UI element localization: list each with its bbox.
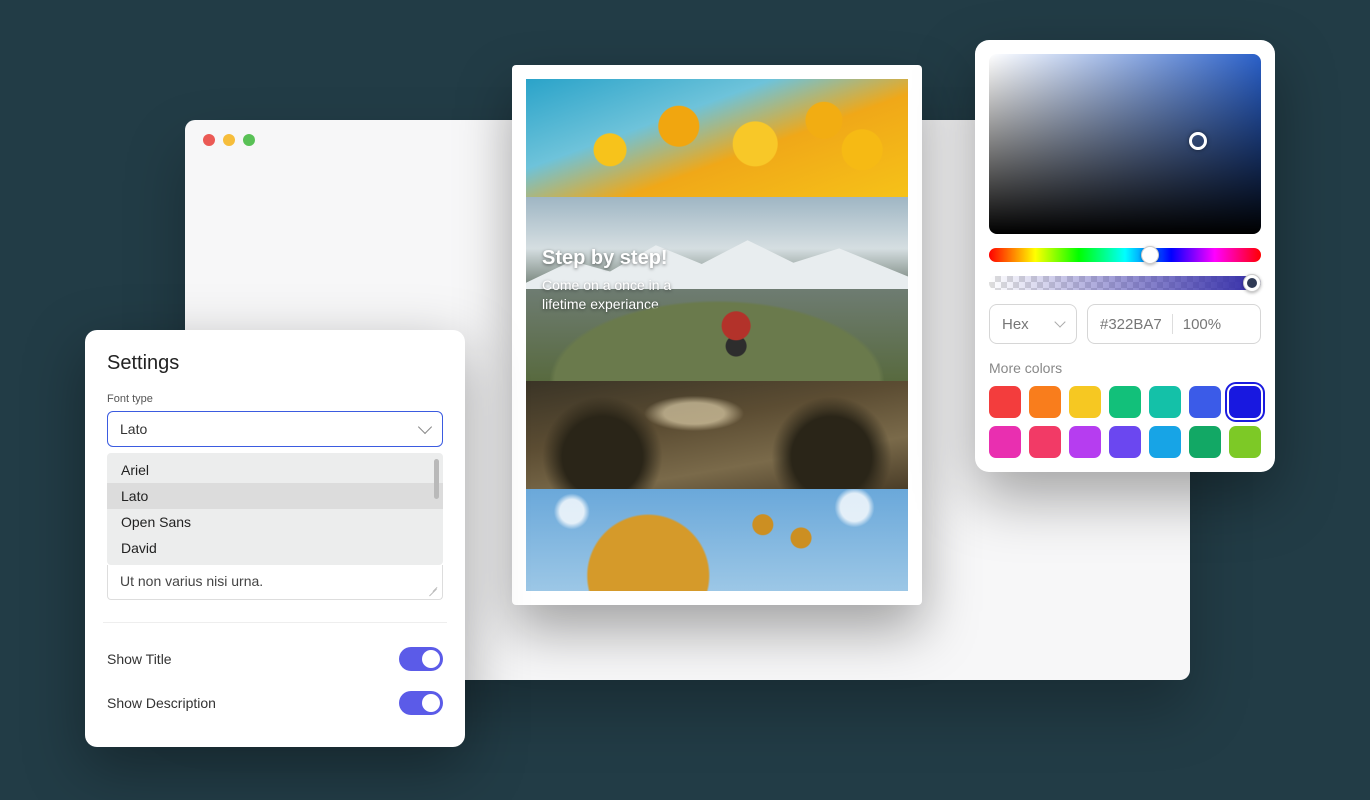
image-list-preview: Step by step! Come on a once in a lifeti… xyxy=(512,65,922,605)
color-swatch-0[interactable] xyxy=(989,386,1021,418)
color-swatch-2[interactable] xyxy=(1069,386,1101,418)
hue-slider[interactable] xyxy=(989,248,1261,262)
color-swatch-1[interactable] xyxy=(1029,386,1061,418)
font-select-value: Lato xyxy=(120,421,147,437)
color-format-select[interactable]: Hex xyxy=(989,304,1077,344)
chevron-down-icon xyxy=(418,420,432,434)
font-type-label: Font type xyxy=(107,393,443,405)
show-title-row: Show Title xyxy=(107,637,443,681)
color-swatch-12[interactable] xyxy=(1189,426,1221,458)
show-description-row: Show Description xyxy=(107,681,443,725)
color-picker: Hex #322BA7 100% More colors xyxy=(975,40,1275,472)
font-option-david[interactable]: David xyxy=(107,535,443,561)
color-swatch-13[interactable] xyxy=(1229,426,1261,458)
color-swatch-10[interactable] xyxy=(1109,426,1141,458)
font-select[interactable]: Lato xyxy=(107,411,443,447)
font-option-lato[interactable]: Lato xyxy=(107,483,443,509)
color-swatch-11[interactable] xyxy=(1149,426,1181,458)
font-dropdown: Ariel Lato Open Sans David xyxy=(107,453,443,565)
textarea-value: Ut non varius nisi urna. xyxy=(120,573,263,589)
preview-tile-hiking[interactable]: Step by step! Come on a once in a lifeti… xyxy=(526,197,908,381)
alpha-thumb[interactable] xyxy=(1243,274,1261,292)
color-hex-value: #322BA7 xyxy=(1100,316,1162,333)
preview-subtext: Come on a once in a lifetime experiance xyxy=(542,276,671,314)
separator xyxy=(1172,314,1173,334)
preview-tile-toast[interactable] xyxy=(526,381,908,489)
minimize-icon[interactable] xyxy=(223,134,235,146)
alpha-slider[interactable] xyxy=(989,276,1261,290)
swatch-grid xyxy=(989,386,1261,458)
settings-panel: Settings Font type Lato Ariel Lato Open … xyxy=(85,330,465,747)
color-swatch-3[interactable] xyxy=(1109,386,1141,418)
color-format-value: Hex xyxy=(1002,316,1029,333)
color-swatch-7[interactable] xyxy=(989,426,1021,458)
color-cursor-icon[interactable] xyxy=(1189,132,1207,150)
color-swatch-5[interactable] xyxy=(1189,386,1221,418)
maximize-icon[interactable] xyxy=(243,134,255,146)
color-gradient-area[interactable] xyxy=(989,54,1261,234)
color-swatch-8[interactable] xyxy=(1029,426,1061,458)
preview-tile-flowers[interactable] xyxy=(526,79,908,197)
preview-overlay: Step by step! Come on a once in a lifeti… xyxy=(542,247,671,314)
chevron-down-icon xyxy=(1054,316,1065,327)
resize-handle-icon[interactable] xyxy=(428,585,438,595)
close-icon[interactable] xyxy=(203,134,215,146)
divider xyxy=(103,622,447,623)
color-swatch-6[interactable] xyxy=(1229,386,1261,418)
color-opacity-value: 100% xyxy=(1183,316,1221,333)
show-title-toggle[interactable] xyxy=(399,647,443,671)
color-value-box[interactable]: #322BA7 100% xyxy=(1087,304,1261,344)
color-swatch-4[interactable] xyxy=(1149,386,1181,418)
font-option-ariel[interactable]: Ariel xyxy=(107,457,443,483)
description-textarea[interactable]: Ut non varius nisi urna. xyxy=(107,565,443,600)
color-swatch-9[interactable] xyxy=(1069,426,1101,458)
more-colors-label: More colors xyxy=(989,360,1261,376)
hue-thumb[interactable] xyxy=(1141,246,1159,264)
settings-title: Settings xyxy=(107,352,443,375)
scrollbar-thumb[interactable] xyxy=(434,459,439,499)
font-option-opensans[interactable]: Open Sans xyxy=(107,509,443,535)
preview-tile-carousel[interactable] xyxy=(526,489,908,591)
show-description-toggle[interactable] xyxy=(399,691,443,715)
show-title-label: Show Title xyxy=(107,651,172,667)
show-description-label: Show Description xyxy=(107,695,216,711)
preview-headline: Step by step! xyxy=(542,247,671,270)
